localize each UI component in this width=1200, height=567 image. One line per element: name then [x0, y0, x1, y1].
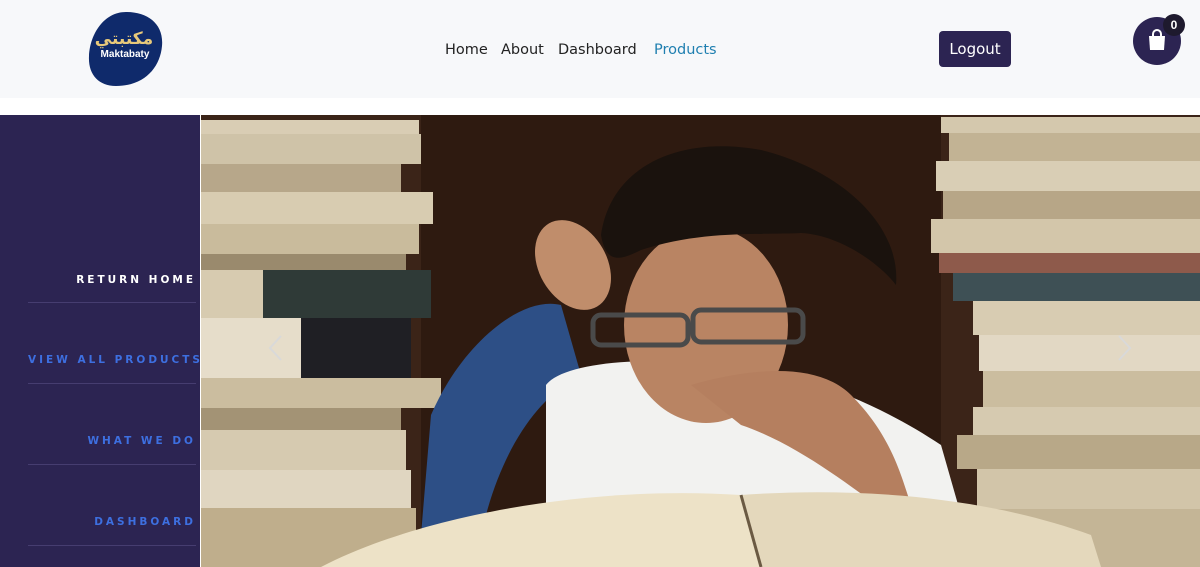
maktabaty-logo[interactable]: مكتبتي Maktabaty [86, 10, 164, 88]
carousel-prev-button[interactable] [265, 333, 287, 363]
hero-carousel [201, 115, 1200, 567]
sidebar-item-return-home[interactable]: RETURN HOME [28, 268, 196, 292]
nav-about[interactable]: About [501, 40, 544, 60]
sidebar-divider [28, 302, 196, 303]
site-header: مكتبتي Maktabaty Home About Dashboard Pr… [0, 0, 1200, 98]
chevron-left-icon [268, 335, 282, 361]
cart-count-badge: 0 [1163, 14, 1185, 36]
nav-products[interactable]: Products [654, 40, 717, 60]
carousel-slide-image [201, 115, 1200, 567]
sidebar: RETURN HOME VIEW ALL PRODUCTS WHAT WE DO… [0, 115, 200, 567]
sidebar-item-view-all-products[interactable]: VIEW ALL PRODUCTS [28, 348, 200, 372]
nav-home[interactable]: Home [445, 40, 488, 60]
sidebar-divider [28, 464, 196, 465]
logout-button[interactable]: Logout [939, 31, 1011, 67]
shopping-bag-icon [1149, 29, 1165, 50]
sidebar-divider [28, 383, 196, 384]
chevron-right-icon [1118, 335, 1132, 361]
sidebar-item-what-we-do[interactable]: WHAT WE DO [28, 429, 196, 453]
carousel-next-button[interactable] [1113, 333, 1135, 363]
logo-latin-text: Maktabaty [100, 49, 150, 60]
nav-dashboard[interactable]: Dashboard [558, 40, 637, 60]
sidebar-item-dashboard[interactable]: DASHBOARD [28, 510, 196, 534]
sidebar-divider [28, 545, 196, 546]
logo-arabic-text: مكتبتي [94, 29, 154, 49]
